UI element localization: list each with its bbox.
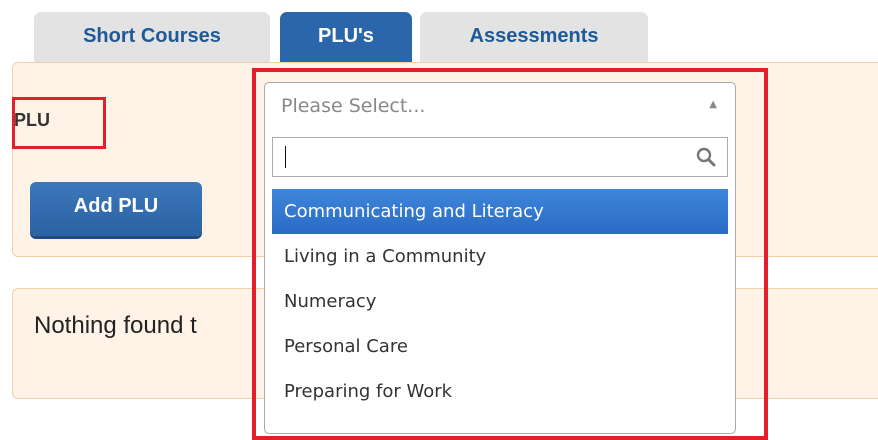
plu-select-placeholder: Please Select... — [281, 95, 426, 117]
option-list: Communicating and Literacy Living in a C… — [272, 189, 728, 414]
tab-short-courses[interactable]: Short Courses — [34, 12, 270, 64]
option-personal-care[interactable]: Personal Care — [272, 324, 728, 369]
option-living-in-a-community[interactable]: Living in a Community — [272, 234, 728, 279]
triangle-up-icon[interactable]: ▲ — [709, 99, 717, 110]
option-numeracy[interactable]: Numeracy — [272, 279, 728, 324]
tab-assessments[interactable]: Assessments — [420, 12, 648, 64]
search-icon — [696, 147, 716, 167]
plu-label-highlight — [12, 97, 106, 149]
search-input[interactable] — [272, 137, 728, 177]
plu-select[interactable]: Please Select... ▲ — [264, 82, 736, 134]
add-plu-button[interactable]: Add PLU — [30, 182, 202, 236]
text-caret — [285, 146, 286, 168]
option-preparing-for-work[interactable]: Preparing for Work — [272, 369, 728, 414]
empty-message: Nothing found t — [34, 312, 197, 339]
tab-plus[interactable]: PLU's — [280, 12, 412, 64]
option-communicating-and-literacy[interactable]: Communicating and Literacy — [272, 189, 728, 234]
plu-dropdown: Communicating and Literacy Living in a C… — [264, 133, 736, 434]
